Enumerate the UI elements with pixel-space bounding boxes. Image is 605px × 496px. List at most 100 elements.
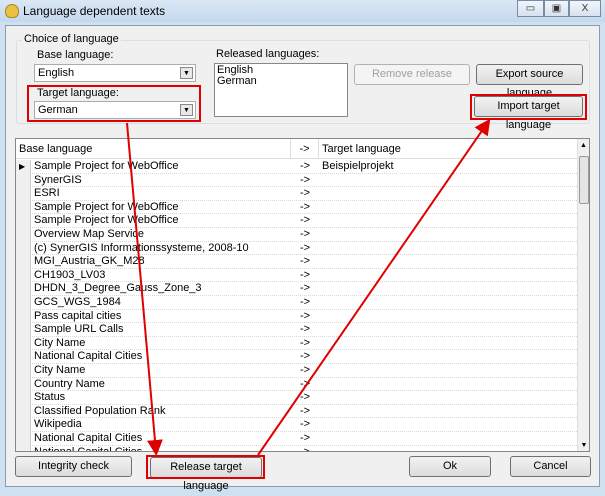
cell-target[interactable] (319, 432, 579, 446)
row-header[interactable]: ▶ (16, 160, 31, 174)
row-header[interactable] (16, 241, 31, 256)
cell-base[interactable]: Sample Project for WebOffice (31, 214, 291, 228)
table-row[interactable]: Status -> (16, 391, 579, 405)
cell-base[interactable]: CH1903_LV03 (31, 269, 291, 283)
cell-target[interactable] (319, 378, 579, 392)
cell-target[interactable] (319, 296, 579, 310)
table-row[interactable]: ▶ Sample Project for WebOffice -> Beispielp… (16, 160, 579, 174)
cell-base[interactable]: Classified Population Rank (31, 405, 291, 419)
row-header[interactable] (16, 268, 31, 283)
table-row[interactable]: Sample Project for WebOffice -> (16, 214, 579, 228)
cell-target[interactable] (319, 214, 579, 228)
table-row[interactable]: Sample URL Calls -> (16, 323, 579, 337)
cancel-button[interactable]: Cancel (510, 456, 591, 477)
table-row[interactable]: ESRI -> (16, 187, 579, 201)
row-header[interactable] (16, 404, 31, 419)
row-header[interactable] (16, 200, 31, 215)
base-language-select[interactable]: English ▼ (34, 64, 196, 82)
scroll-down-icon[interactable]: ▼ (578, 442, 589, 449)
row-header[interactable] (16, 391, 31, 405)
cell-target[interactable] (319, 201, 579, 215)
cell-target[interactable] (319, 282, 579, 296)
cell-target[interactable] (319, 255, 579, 269)
table-row[interactable]: Classified Population Rank -> (16, 404, 579, 419)
row-header[interactable] (16, 228, 31, 242)
scroll-up-icon[interactable]: ▲ (578, 142, 589, 149)
cell-base[interactable]: Sample Project for WebOffice (31, 160, 291, 174)
table-row[interactable]: National Capital Cities -> (16, 445, 579, 451)
table-row[interactable]: Country Name -> (16, 377, 579, 392)
cell-target[interactable] (319, 174, 579, 188)
table-row[interactable]: CH1903_LV03 -> (16, 268, 579, 283)
cell-base[interactable]: Country Name (31, 378, 291, 392)
cell-target[interactable]: Beispielprojekt (319, 160, 579, 174)
cell-base[interactable]: National Capital Cities (31, 446, 291, 451)
table-row[interactable]: Pass capital cities -> (16, 309, 579, 324)
cell-base[interactable]: MGI_Austria_GK_M28 (31, 255, 291, 269)
cell-base[interactable]: Wikipedia (31, 418, 291, 432)
row-header[interactable] (16, 282, 31, 296)
cell-target[interactable] (319, 242, 579, 256)
table-row[interactable]: (c) SynerGIS Informationssysteme, 2008-1… (16, 241, 579, 256)
cell-base[interactable]: Pass capital cities (31, 310, 291, 324)
cell-base[interactable]: (c) SynerGIS Informationssysteme, 2008-1… (31, 242, 291, 256)
remove-release-button[interactable]: Remove release (354, 64, 470, 85)
row-header[interactable] (16, 255, 31, 269)
row-header[interactable] (16, 418, 31, 432)
cell-target[interactable] (319, 391, 579, 405)
cell-target[interactable] (319, 323, 579, 337)
cell-target[interactable] (319, 446, 579, 451)
table-row[interactable]: Wikipedia -> (16, 418, 579, 432)
cell-target[interactable] (319, 269, 579, 283)
row-header[interactable] (16, 214, 31, 228)
close-button[interactable]: X (569, 0, 601, 17)
row-header[interactable] (16, 350, 31, 364)
cell-base[interactable]: National Capital Cities (31, 432, 291, 446)
vertical-scrollbar[interactable]: ▲ ▼ (577, 139, 589, 451)
cell-base[interactable]: Sample URL Calls (31, 323, 291, 337)
table-row[interactable]: City Name -> (16, 364, 579, 378)
cell-target[interactable] (319, 418, 579, 432)
row-header[interactable] (16, 432, 31, 446)
maximize-button[interactable]: ▣ (544, 0, 569, 17)
cell-base[interactable]: Sample Project for WebOffice (31, 201, 291, 215)
cell-target[interactable] (319, 405, 579, 419)
row-header[interactable] (16, 309, 31, 324)
table-row[interactable]: SynerGIS -> (16, 173, 579, 188)
table-row[interactable]: DHDN_3_Degree_Gauss_Zone_3 -> (16, 282, 579, 296)
minimize-button[interactable]: ▭ (517, 0, 544, 17)
cell-target[interactable] (319, 364, 579, 378)
cell-base[interactable]: SynerGIS (31, 174, 291, 188)
row-header[interactable] (16, 187, 31, 201)
released-languages-list[interactable]: English German (214, 63, 348, 117)
table-row[interactable]: National Capital Cities -> (16, 432, 579, 446)
cell-base[interactable]: DHDN_3_Degree_Gauss_Zone_3 (31, 282, 291, 296)
cell-target[interactable] (319, 337, 579, 351)
row-header[interactable] (16, 323, 31, 337)
cell-target[interactable] (319, 228, 579, 242)
texts-grid[interactable]: Base language -> Target language ▶ Sample… (15, 138, 590, 452)
cell-base[interactable]: ESRI (31, 187, 291, 201)
row-header[interactable] (16, 445, 31, 451)
row-header[interactable] (16, 364, 31, 378)
row-header[interactable] (16, 296, 31, 310)
scroll-thumb[interactable] (579, 156, 589, 204)
chevron-down-icon[interactable]: ▼ (180, 67, 193, 79)
ok-button[interactable]: Ok (409, 456, 491, 477)
cell-base[interactable]: Overview Map Service (31, 228, 291, 242)
table-row[interactable]: MGI_Austria_GK_M28 -> (16, 255, 579, 269)
row-header[interactable] (16, 173, 31, 188)
integrity-check-button[interactable]: Integrity check (15, 456, 132, 477)
table-row[interactable]: City Name -> (16, 336, 579, 351)
column-header-target[interactable]: Target language (319, 139, 579, 159)
cell-target[interactable] (319, 350, 579, 364)
cell-base[interactable]: City Name (31, 337, 291, 351)
cell-target[interactable] (319, 310, 579, 324)
table-row[interactable]: Overview Map Service -> (16, 228, 579, 242)
cell-base[interactable]: Status (31, 391, 291, 405)
cell-base[interactable]: National Capital Cities (31, 350, 291, 364)
table-row[interactable]: National Capital Cities -> (16, 350, 579, 364)
list-item[interactable]: German (217, 76, 345, 87)
column-header-base[interactable]: Base language (16, 139, 291, 159)
export-source-language-button[interactable]: Export source language (476, 64, 583, 99)
